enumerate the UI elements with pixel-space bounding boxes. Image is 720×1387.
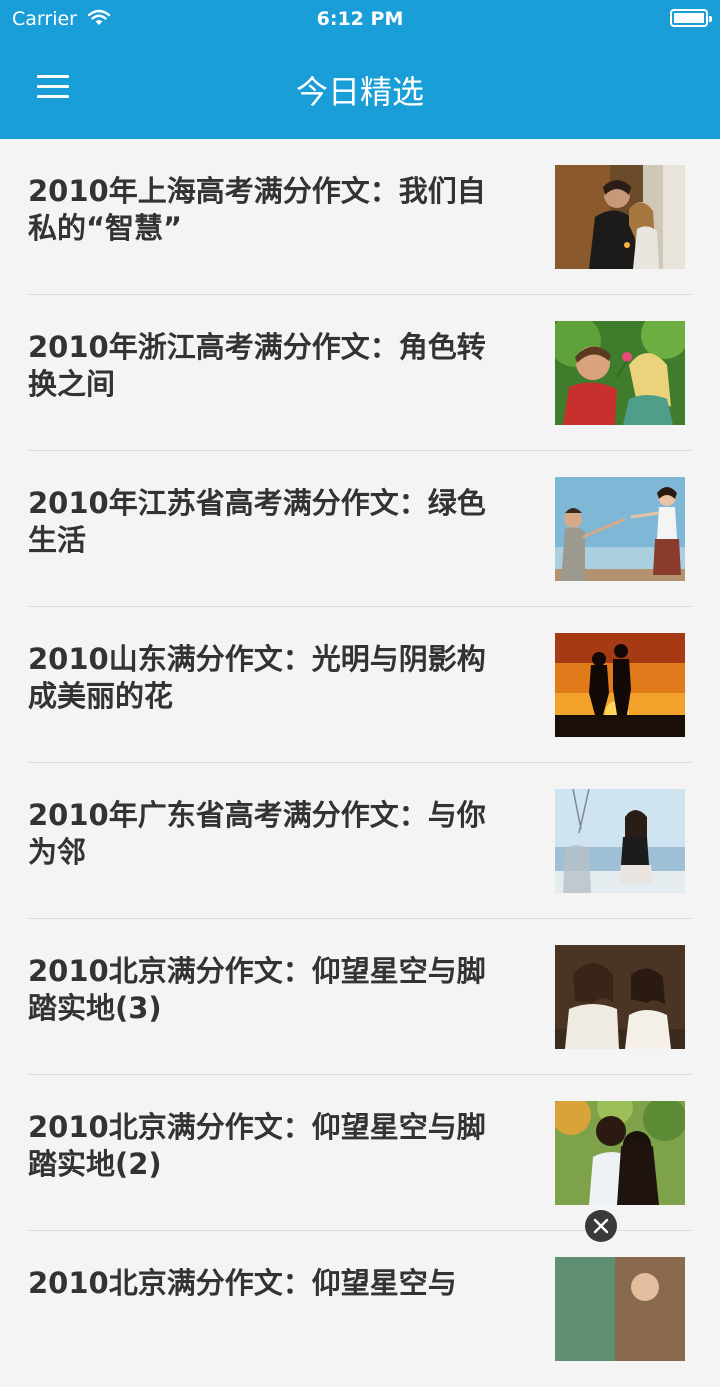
article-thumbnail [555, 1257, 685, 1361]
close-icon[interactable] [585, 1210, 617, 1242]
article-thumbnail [555, 633, 685, 737]
article-title: 2010年浙江高考满分作文：角色转换之间 [28, 330, 486, 401]
status-bar: Carrier 6:12 PM [0, 0, 720, 40]
article-thumbnail [555, 321, 685, 425]
article-title: 2010北京满分作文：仰望星空与脚踏实地(3) [28, 954, 486, 1025]
battery-icon [670, 9, 712, 27]
article-thumbnail [555, 945, 685, 1049]
page-title: 今日精选 [295, 73, 424, 111]
article-title: 2010年江苏省高考满分作文：绿色生活 [28, 486, 486, 557]
list-item[interactable]: 2010年上海高考满分作文：我们自私的“智慧” [0, 139, 720, 295]
article-title: 2010北京满分作文：仰望星空与脚踏实地(2) [28, 1110, 486, 1181]
list-item[interactable]: 2010年浙江高考满分作文：角色转换之间 [0, 295, 720, 451]
article-list: 2010年上海高考满分作文：我们自私的“智慧” 2010年浙江高考满分作文：角色… [0, 139, 720, 1387]
article-title: 2010年上海高考满分作文：我们自私的“智慧” [28, 174, 486, 245]
status-time: 6:12 PM [316, 8, 404, 30]
article-thumbnail [555, 789, 685, 893]
list-item[interactable]: 2010年广东省高考满分作文：与你为邻 [0, 763, 720, 919]
article-thumbnail [555, 165, 685, 269]
article-title: 2010山东满分作文：光明与阴影构成美丽的花 [28, 642, 486, 713]
article-thumbnail [555, 1101, 685, 1205]
list-item[interactable]: 2010山东满分作文：光明与阴影构成美丽的花 [0, 607, 720, 763]
article-thumbnail [555, 477, 685, 581]
article-title: 2010北京满分作文：仰望星空与 [28, 1266, 457, 1300]
navigation-bar: 今日精选 [0, 40, 720, 139]
list-item[interactable]: 2010北京满分作文：仰望星空与脚踏实地(2) [0, 1075, 720, 1231]
list-item[interactable]: 2010北京满分作文：仰望星空与 [0, 1231, 720, 1387]
list-item[interactable]: 2010北京满分作文：仰望星空与脚踏实地(3) [0, 919, 720, 1075]
list-item[interactable]: 2010年江苏省高考满分作文：绿色生活 [0, 451, 720, 607]
article-title: 2010年广东省高考满分作文：与你为邻 [28, 798, 486, 869]
